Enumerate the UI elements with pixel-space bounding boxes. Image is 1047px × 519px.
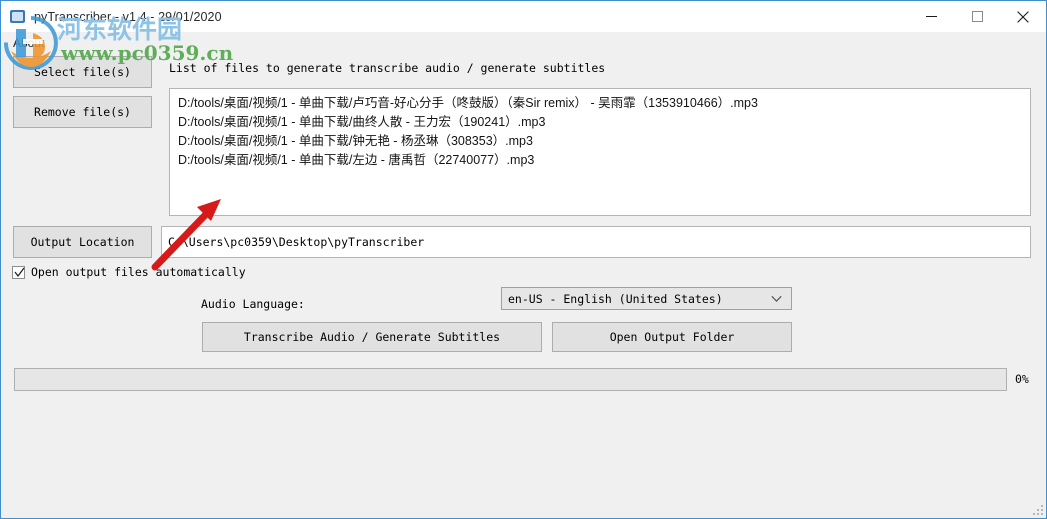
chevron-down-icon	[771, 295, 782, 302]
client-area: Select file(s) Remove file(s) List of fi…	[1, 53, 1046, 518]
open-output-automatically-label: Open output files automatically	[31, 265, 246, 279]
list-item[interactable]: D:/tools/桌面/视频/1 - 单曲下载/钟无艳 - 杨丞琳（308353…	[178, 132, 1022, 151]
list-item[interactable]: D:/tools/桌面/视频/1 - 单曲下载/左边 - 唐禹哲（2274007…	[178, 151, 1022, 170]
menu-bar: About	[1, 32, 1046, 53]
select-files-button[interactable]: Select file(s)	[13, 56, 152, 88]
app-window: pyTranscriber - v1.4 - 29/01/2020 About …	[0, 0, 1047, 519]
transcribe-audio-button[interactable]: Transcribe Audio / Generate Subtitles	[202, 322, 542, 352]
list-item[interactable]: D:/tools/桌面/视频/1 - 单曲下载/曲终人散 - 王力宏（19024…	[178, 113, 1022, 132]
audio-language-label: Audio Language:	[201, 297, 305, 311]
menu-item-about[interactable]: About	[7, 34, 50, 52]
open-output-automatically-row[interactable]: Open output files automatically	[12, 265, 246, 279]
close-icon	[1017, 10, 1029, 23]
resize-grip[interactable]	[1031, 503, 1043, 515]
close-button[interactable]	[1000, 1, 1046, 32]
file-list-caption: List of files to generate transcribe aud…	[169, 61, 606, 75]
minimize-icon	[925, 16, 937, 17]
remove-files-button[interactable]: Remove file(s)	[13, 96, 152, 128]
title-bar: pyTranscriber - v1.4 - 29/01/2020	[1, 1, 1046, 32]
list-item[interactable]: D:/tools/桌面/视频/1 - 单曲下载/卢巧音-好心分手（咚鼓版）（秦S…	[178, 94, 1022, 113]
file-list[interactable]: D:/tools/桌面/视频/1 - 单曲下载/卢巧音-好心分手（咚鼓版）（秦S…	[169, 88, 1031, 216]
open-output-automatically-checkbox[interactable]	[12, 265, 25, 279]
output-location-button[interactable]: Output Location	[13, 226, 152, 258]
audio-language-value: en-US - English (United States)	[508, 291, 723, 306]
minimize-button[interactable]	[908, 1, 954, 32]
output-path-input[interactable]: C:\Users\pc0359\Desktop\pyTranscriber	[161, 226, 1031, 258]
maximize-icon	[971, 11, 983, 22]
progress-bar	[14, 368, 1007, 391]
app-icon	[10, 9, 26, 25]
progress-percent-label: 0%	[1015, 372, 1029, 386]
open-output-folder-button[interactable]: Open Output Folder	[552, 322, 792, 352]
maximize-button[interactable]	[954, 1, 1000, 32]
window-title: pyTranscriber - v1.4 - 29/01/2020	[34, 9, 222, 24]
audio-language-select[interactable]: en-US - English (United States)	[501, 287, 792, 310]
check-icon	[14, 267, 25, 277]
window-controls	[908, 1, 1046, 32]
